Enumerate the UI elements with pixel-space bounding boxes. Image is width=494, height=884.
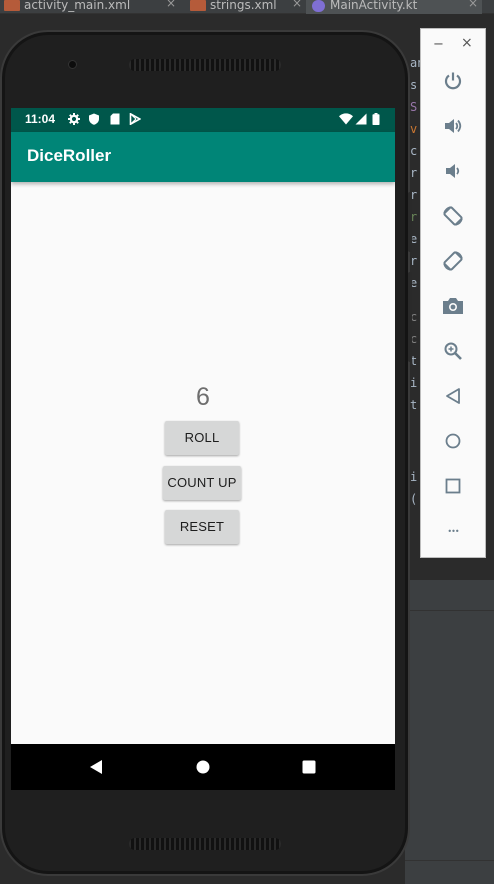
code-line: i	[410, 470, 418, 484]
close-button[interactable]: ×	[461, 35, 473, 51]
recents-icon[interactable]	[301, 759, 317, 775]
dice-result-text: 6	[196, 383, 210, 411]
tab-label: activity_main.xml	[24, 0, 131, 12]
app-bar: DiceRoller	[11, 132, 395, 182]
volume-up-button[interactable]	[441, 114, 465, 138]
camera-icon	[443, 298, 463, 314]
zoom-button[interactable]	[441, 339, 465, 363]
xml-file-icon	[190, 0, 206, 11]
emulator-toolbar: − × •••	[420, 28, 486, 558]
settings-icon	[68, 113, 80, 125]
xml-file-icon	[4, 0, 20, 11]
editor-tab-bar: activity_main.xml × strings.xml × MainAc…	[0, 0, 494, 14]
earpiece	[129, 59, 281, 71]
code-line: r	[410, 166, 418, 180]
back-button[interactable]	[441, 384, 465, 408]
back-icon	[446, 388, 460, 404]
rotate-left-icon	[443, 206, 463, 226]
code-line: c	[410, 144, 418, 158]
volume-up-icon	[445, 119, 462, 133]
screenshot-button[interactable]	[441, 294, 465, 318]
home-icon[interactable]	[195, 759, 211, 775]
battery-icon	[372, 113, 380, 125]
app-title: DiceRoller	[27, 146, 112, 165]
divider	[405, 610, 494, 611]
tab-activity-main-xml[interactable]: activity_main.xml ×	[0, 0, 180, 14]
rotate-right-icon	[443, 251, 463, 271]
roll-button[interactable]: ROLL	[165, 421, 239, 455]
device-screen[interactable]: 11:04 DiceRoller 6 ROLL COUNT UP RESET	[11, 108, 395, 774]
rotate-left-button[interactable]	[441, 204, 465, 228]
status-bar: 11:04	[11, 108, 395, 132]
tab-main-activity-kt[interactable]: MainActivity.kt ×	[306, 0, 482, 14]
speaker	[129, 838, 281, 850]
close-icon[interactable]: ×	[166, 0, 176, 9]
code-line: t	[410, 398, 418, 412]
code-line: r	[410, 254, 418, 268]
volume-down-button[interactable]	[441, 159, 465, 183]
more-icon[interactable]: •••	[441, 519, 465, 543]
power-icon	[444, 72, 462, 90]
overview-icon	[445, 478, 461, 494]
minimize-button[interactable]: −	[433, 37, 444, 52]
back-icon[interactable]	[89, 759, 103, 775]
tab-strings-xml[interactable]: strings.xml ×	[186, 0, 306, 14]
kotlin-file-icon	[312, 0, 325, 12]
front-camera	[68, 60, 77, 69]
power-key	[408, 192, 412, 252]
power-button[interactable]	[441, 69, 465, 93]
tab-label: MainActivity.kt	[330, 0, 418, 12]
divider	[405, 860, 494, 861]
emulator-toolbar-header: − ×	[421, 29, 485, 61]
shield-icon	[89, 113, 99, 125]
code-line: S	[410, 100, 418, 114]
home-icon	[445, 433, 461, 449]
count-up-button[interactable]: COUNT UP	[163, 466, 241, 500]
code-editor-top	[0, 14, 405, 28]
tab-label: strings.xml	[210, 0, 277, 12]
close-icon[interactable]: ×	[292, 0, 302, 9]
navigation-bar	[11, 744, 395, 790]
zoom-icon	[444, 342, 462, 360]
play-store-icon	[129, 113, 141, 125]
volume-keys	[408, 272, 412, 362]
ide-bottom-panel	[405, 580, 494, 884]
rotate-right-button[interactable]	[441, 249, 465, 273]
code-line: (	[410, 492, 418, 506]
volume-down-icon	[446, 164, 460, 178]
overview-button[interactable]	[441, 474, 465, 498]
sd-card-icon	[110, 113, 120, 125]
wifi-icon	[339, 113, 353, 125]
cell-signal-icon	[355, 113, 367, 125]
code-line: i	[410, 376, 418, 390]
status-time: 11:04	[25, 112, 56, 126]
close-icon[interactable]: ×	[468, 0, 478, 9]
reset-button[interactable]: RESET	[165, 510, 239, 544]
code-line: v	[410, 122, 418, 136]
home-button[interactable]	[441, 429, 465, 453]
